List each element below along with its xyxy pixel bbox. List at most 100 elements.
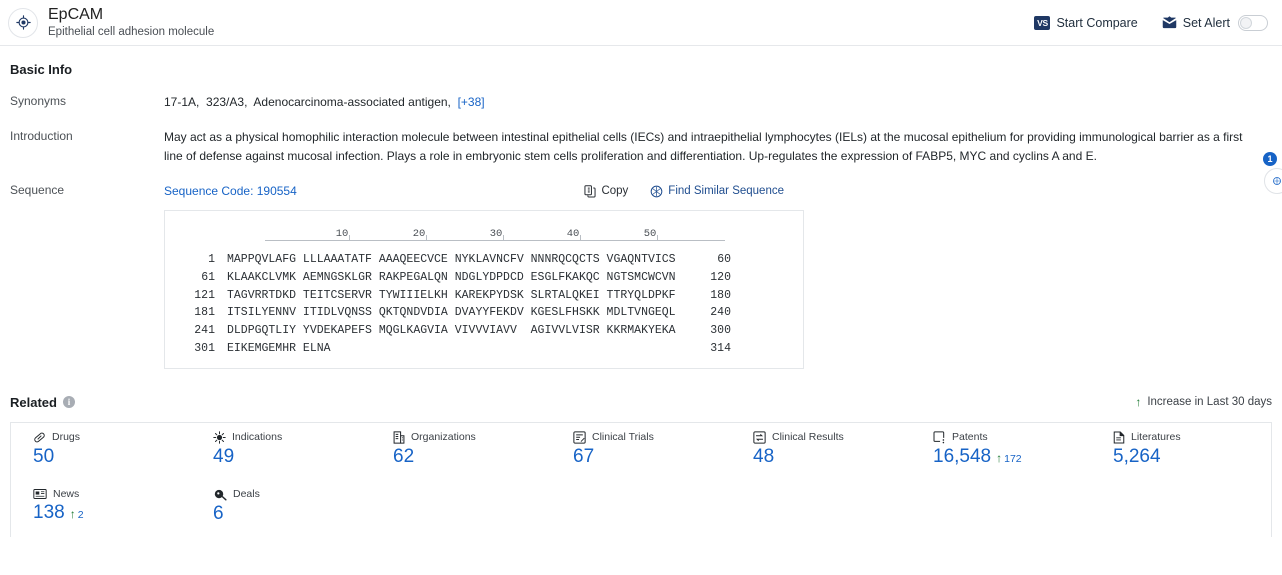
- card-label: Clinical Trials: [592, 431, 654, 444]
- card-label: Indications: [232, 431, 283, 444]
- synonym-item: 17-1A,: [164, 95, 200, 109]
- basic-info-heading: Basic Info: [10, 62, 73, 77]
- card-value-wrap: 6: [213, 503, 371, 525]
- card-delta: ↑ 2: [70, 508, 84, 521]
- ruler-numbers: 10 20 30 40 50: [265, 225, 725, 240]
- ruler-tick-label: 50: [643, 228, 657, 240]
- related-card-organizations[interactable]: Organizations 62: [371, 423, 551, 480]
- related-card-drugs[interactable]: Drugs 50: [11, 423, 191, 480]
- sequence-end-index: 120: [710, 270, 731, 284]
- patent-icon: [933, 431, 946, 444]
- introduction-row: Introduction May act as a physical homop…: [10, 128, 1272, 166]
- sequence-end-index: 60: [717, 253, 731, 266]
- sequence-line: 241 DLDPGQTLIY YVDEKAPEFS MQGLKAGVIA VIVV…: [165, 322, 803, 340]
- card-value-wrap: 67: [573, 446, 731, 468]
- page-title: EpCAM: [48, 5, 104, 23]
- alert-envelope-icon: [1162, 16, 1177, 29]
- arrow-up-icon: ↑: [1135, 395, 1142, 410]
- card-value-wrap: 62: [393, 446, 551, 468]
- synonyms-row: Synonyms 17-1A, 323/A3, Adenocarcinoma-a…: [10, 93, 1272, 112]
- synonyms-value: 17-1A, 323/A3, Adenocarcinoma-associated…: [164, 93, 1272, 112]
- building-icon: [393, 431, 405, 444]
- related-title: Related: [10, 394, 57, 410]
- card-value: 50: [33, 445, 55, 467]
- target-crosshair-icon: [8, 7, 38, 38]
- card-value-wrap: 138 ↑ 2: [33, 502, 191, 524]
- related-header: Related i ↑ Increase in Last 30 days: [10, 395, 1272, 410]
- related-card-deals[interactable]: Deals 6: [191, 480, 371, 537]
- sequence-start-index: 61: [201, 270, 215, 284]
- synonyms-more-link[interactable]: [+38]: [458, 95, 485, 109]
- card-header: Patents: [933, 431, 1091, 444]
- introduction-label: Introduction: [10, 129, 73, 143]
- start-compare-button[interactable]: VS Start Compare: [1034, 15, 1138, 30]
- synonyms-label: Synonyms: [10, 94, 67, 108]
- related-card-indications[interactable]: Indications 49: [191, 423, 371, 480]
- sequence-row: Sequence Sequence Code: 190554 Copy Find…: [10, 182, 1272, 369]
- card-value-wrap: 49: [213, 446, 371, 468]
- card-value-wrap: 50: [33, 446, 191, 468]
- sequence-ruler: 10 20 30 40 50: [265, 225, 725, 251]
- card-delta: ↑ 172: [996, 452, 1022, 465]
- legend-label: Increase in Last 30 days: [1147, 396, 1272, 409]
- clinical-trial-icon: [573, 431, 586, 444]
- pill-icon: [33, 431, 46, 444]
- set-alert-button[interactable]: Set Alert: [1162, 14, 1268, 31]
- related-card-news[interactable]: News 138 ↑ 2: [11, 480, 191, 537]
- sequence-box: 10 20 30 40 50 1 MAPPQVLAFG LLLAAATATF AA…: [164, 210, 804, 369]
- ruler-tick: [426, 235, 427, 241]
- card-value: 67: [573, 445, 595, 467]
- find-similar-sequence-button[interactable]: Find Similar Sequence: [650, 182, 784, 201]
- set-alert-toggle[interactable]: [1238, 14, 1268, 31]
- sequence-start-index: 1: [208, 253, 215, 266]
- sequence-code-link[interactable]: Sequence Code: 190554: [164, 182, 297, 201]
- related-card-clinical-results[interactable]: Clinical Results 48: [731, 423, 911, 480]
- sequence-start-index: 301: [194, 341, 215, 355]
- set-alert-label: Set Alert: [1182, 15, 1230, 30]
- copy-label: Copy: [601, 185, 629, 197]
- card-delta-value: 2: [77, 508, 84, 521]
- vs-icon: VS: [1034, 15, 1051, 30]
- card-label: News: [53, 487, 80, 500]
- sequence-residues: EIKEMGEMHR ELNA: [227, 341, 331, 355]
- card-header: Indications: [213, 431, 371, 444]
- card-header: News: [33, 488, 191, 500]
- card-header: Literatures: [1113, 431, 1271, 444]
- card-label: Organizations: [411, 431, 476, 444]
- related-card-patents[interactable]: Patents 16,548 ↑ 172: [911, 423, 1091, 480]
- card-value: 49: [213, 445, 235, 467]
- side-panel-badge[interactable]: 1: [1263, 152, 1277, 166]
- sequence-residues: DLDPGQTLIY YVDEKAPEFS MQGLKAGVIA VIVVVIA…: [227, 324, 676, 338]
- sequence-line: 61 KLAAKCLVMK AEMNGSKLGR RAKPEGALQN NDGLY…: [165, 269, 803, 287]
- sequence-end-index: 314: [710, 341, 731, 355]
- card-header: Clinical Results: [753, 431, 911, 444]
- news-icon: [33, 488, 47, 500]
- sequence-start-index: 241: [194, 324, 215, 338]
- card-value: 6: [213, 502, 224, 524]
- ruler-tick-label: 30: [489, 228, 503, 240]
- sequence-label: Sequence: [10, 183, 65, 197]
- copy-sequence-button[interactable]: Copy: [584, 182, 628, 201]
- card-value: 138: [33, 501, 65, 523]
- virus-icon: [213, 431, 226, 444]
- arrow-up-icon: ↑: [996, 450, 1003, 465]
- page-subtitle: Epithelial cell adhesion molecule: [48, 26, 215, 39]
- brand-text-block: EpCAM Epithelial cell adhesion molecule: [48, 6, 214, 40]
- related-card-clinical-trials[interactable]: Clinical Trials 67: [551, 423, 731, 480]
- start-compare-label: Start Compare: [1056, 15, 1138, 30]
- copy-icon: [584, 185, 596, 198]
- sequence-start-index: 121: [194, 288, 215, 302]
- find-similar-sequence-icon: [650, 185, 663, 198]
- find-similar-label: Find Similar Sequence: [668, 185, 784, 197]
- info-icon[interactable]: i: [62, 396, 75, 409]
- card-value: 16,548: [933, 445, 992, 467]
- sequence-value: Sequence Code: 190554 Copy Find Similar …: [164, 182, 1272, 369]
- sequence-residues: ITSILYENNV ITIDLVQNSS QKTQNDVDIA DVAYYFE…: [227, 306, 676, 320]
- sequence-line: 301 EIKEMGEMHR ELNA 314: [165, 340, 803, 358]
- card-label: Drugs: [52, 431, 81, 444]
- literature-icon: [1113, 431, 1125, 444]
- related-card-literatures[interactable]: Literatures 5,264: [1091, 423, 1271, 480]
- sequence-residues: MAPPQVLAFG LLLAAATATF AAAQEECVCE NYKLAVN…: [227, 253, 676, 266]
- card-header: Deals: [213, 488, 371, 501]
- ruler-tick-label: 20: [412, 228, 426, 240]
